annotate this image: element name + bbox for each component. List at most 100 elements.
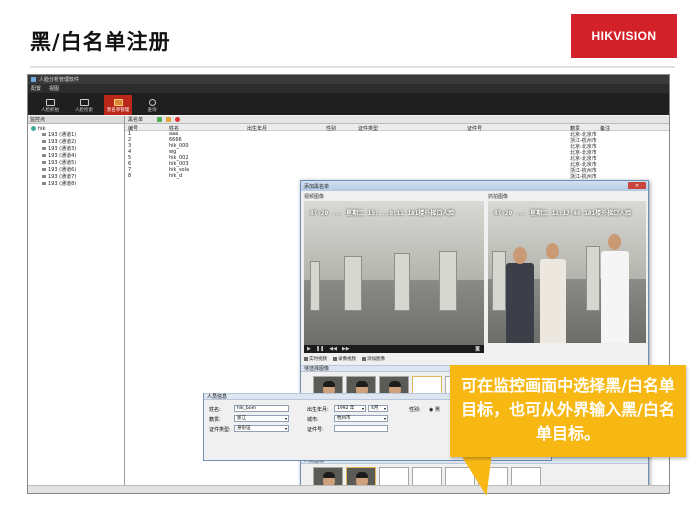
native-label: 籍贯:: [209, 417, 221, 423]
toolbar-query-button[interactable]: 查询: [138, 95, 166, 115]
person-figure: [601, 251, 629, 343]
capture-label: 抓拍图像: [488, 194, 509, 200]
toolbar-label: 人脸检索: [75, 108, 93, 113]
turnstile-gate: [344, 256, 362, 311]
image-icon: [362, 357, 366, 361]
add-icon[interactable]: [157, 117, 163, 122]
pause-icon[interactable]: ❚❚: [316, 346, 324, 352]
title-divider: [30, 66, 675, 68]
list-body: 1 aaa 北京-北京市 2 6666 浙江-杭州市 3 hik_000 北京-北京市 4w…: [125, 131, 669, 180]
camera-tree-panel: 监控点 hik 193 (通道1) 193 (通道2) 193 (通道3) 19…: [28, 116, 125, 485]
list-toolbar-label: 黑名单: [128, 117, 144, 123]
menu-config[interactable]: 配置: [31, 85, 41, 92]
video-source-buttons: 实时视频 录像视频 添加图像: [304, 355, 385, 363]
panel-header-label: 监控点: [30, 117, 46, 123]
main-toolbar: 人脸抓拍 人脸检索 黑名单管理 查询: [28, 93, 669, 115]
menu-view[interactable]: 视图: [49, 85, 59, 92]
camera-icon: [42, 182, 46, 185]
camera-icon: [42, 175, 46, 178]
tree-root-label: hik: [38, 125, 46, 132]
live-video-view[interactable]: 07-20 ... 星期二 15:...0:11 1#1楼外梯口人脸: [304, 201, 484, 345]
name-field[interactable]: hik_bom: [234, 405, 289, 412]
snapshot-icon[interactable]: ◙: [475, 346, 480, 352]
city-select[interactable]: 杭州市: [334, 415, 388, 422]
video-label: 视频图像: [304, 194, 325, 200]
person-head: [513, 247, 527, 264]
delete-icon[interactable]: [175, 117, 181, 122]
person-figure: [540, 259, 566, 343]
toolbar-face-search-button[interactable]: 人脸检索: [70, 95, 98, 115]
tree-item-label: 193 (通道7): [48, 174, 77, 180]
cell-native: 浙江-杭州市: [570, 174, 597, 180]
birth-year-select[interactable]: 1992 年: [334, 405, 366, 412]
recorded-video-button[interactable]: 录像视频: [333, 356, 356, 362]
tree-root[interactable]: hik: [28, 124, 124, 132]
fast-forward-icon[interactable]: ▶▶: [342, 346, 350, 352]
turnstile-gate: [492, 251, 506, 311]
capture-osd: 07-20 ... 星期二 12:17:40 1#1楼外梯口人脸: [494, 210, 632, 217]
birth-label: 出生年月:: [307, 407, 329, 413]
list-header: 编号 姓名 出生年月 性别 证件类型 证件号 籍贯 备注: [125, 124, 669, 132]
gender-value: 男: [434, 407, 440, 413]
tree-item[interactable]: 193 (通道2): [28, 138, 124, 145]
section-label: 人员信息: [207, 394, 228, 400]
hikvision-logo: HIKVISION: [571, 14, 677, 58]
idno-label: 证件号:: [307, 427, 324, 433]
section-label: 待选择图像: [304, 366, 330, 372]
tree-item-label: 193 (通道2): [48, 139, 77, 145]
list-toolbar: 黑名单: [125, 116, 669, 124]
slide: 黑/白名单注册 HIKVISION 人脸分析管理软件 配置 视图 人脸抓拍 人脸…: [0, 0, 700, 525]
idtype-select[interactable]: 身份证: [234, 425, 289, 432]
name-label: 姓名:: [209, 407, 221, 413]
camera-icon: [42, 133, 46, 136]
tree-item-label: 193 (通道3): [48, 146, 77, 152]
app-title: 人脸分析管理软件: [39, 77, 80, 83]
people-icon: [79, 99, 89, 106]
turnstile-gate: [394, 253, 410, 311]
face-hair: [389, 381, 401, 387]
play-icon[interactable]: ▶: [307, 346, 311, 352]
tree-item[interactable]: 193 (通道4): [28, 152, 124, 159]
video-playback-controls: ▶ ❚❚ ◀◀ ▶▶ ◙: [304, 345, 484, 353]
toolbar-blacklist-button[interactable]: 黑名单管理: [104, 95, 132, 115]
app-titlebar: 人脸分析管理软件: [28, 75, 669, 84]
add-image-button[interactable]: 添加图像: [362, 356, 385, 362]
app-icon: [31, 77, 36, 82]
turnstile-gate: [439, 251, 457, 311]
tree-item-label: 193 (通道5): [48, 160, 77, 166]
tree-item[interactable]: 193 (通道8): [28, 180, 124, 187]
globe-icon: [31, 126, 36, 131]
live-video-button[interactable]: 实时视频: [304, 356, 327, 362]
rewind-icon[interactable]: ◀◀: [329, 346, 337, 352]
camera-icon: [42, 168, 46, 171]
video-osd: 07-20 ... 星期二 15:...0:11 1#1楼外梯口人脸: [310, 210, 455, 217]
table-row[interactable]: 8 hik_d 浙江-杭州市: [125, 173, 669, 180]
tree-item[interactable]: 193 (通道5): [28, 159, 124, 166]
camera-icon: [42, 161, 46, 164]
native-select[interactable]: 浙江: [234, 415, 289, 422]
tree-item[interactable]: 193 (通道7): [28, 173, 124, 180]
toolbar-label: 查询: [147, 108, 157, 113]
menu-bar: 配置 视图: [28, 84, 669, 93]
birth-month-select[interactable]: 4月: [368, 405, 388, 412]
dialog-close-button[interactable]: ✕: [628, 182, 646, 189]
idno-field[interactable]: [334, 425, 388, 432]
toolbar-face-capture-button[interactable]: 人脸抓拍: [36, 95, 64, 115]
horizontal-scrollbar[interactable]: [28, 485, 669, 493]
camera-icon: [42, 147, 46, 150]
dialog-titlebar: 添加黑名单 ✕: [301, 181, 648, 191]
edit-icon[interactable]: [166, 117, 172, 122]
tree-item[interactable]: 193 (通道6): [28, 166, 124, 173]
folder-icon: [113, 99, 123, 106]
gender-label: 性别:: [409, 407, 421, 413]
toolbar-label: 人脸抓拍: [41, 108, 59, 113]
tree-item[interactable]: 193 (通道3): [28, 145, 124, 152]
slide-title: 黑/白名单注册: [30, 30, 171, 54]
callout-box: 可在监控画面中选择黑/白名单目标，也可从外界输入黑/白名单目标。: [450, 365, 686, 457]
capture-view[interactable]: 07-20 ... 星期二 12:17:40 1#1楼外梯口人脸: [488, 201, 646, 343]
dialog-title: 添加黑名单: [304, 183, 330, 190]
face-hair: [323, 472, 335, 478]
gender-radio[interactable]: ◉ 男: [429, 406, 440, 413]
camera-icon: [42, 154, 46, 157]
tree-item[interactable]: 193 (通道1): [28, 131, 124, 138]
